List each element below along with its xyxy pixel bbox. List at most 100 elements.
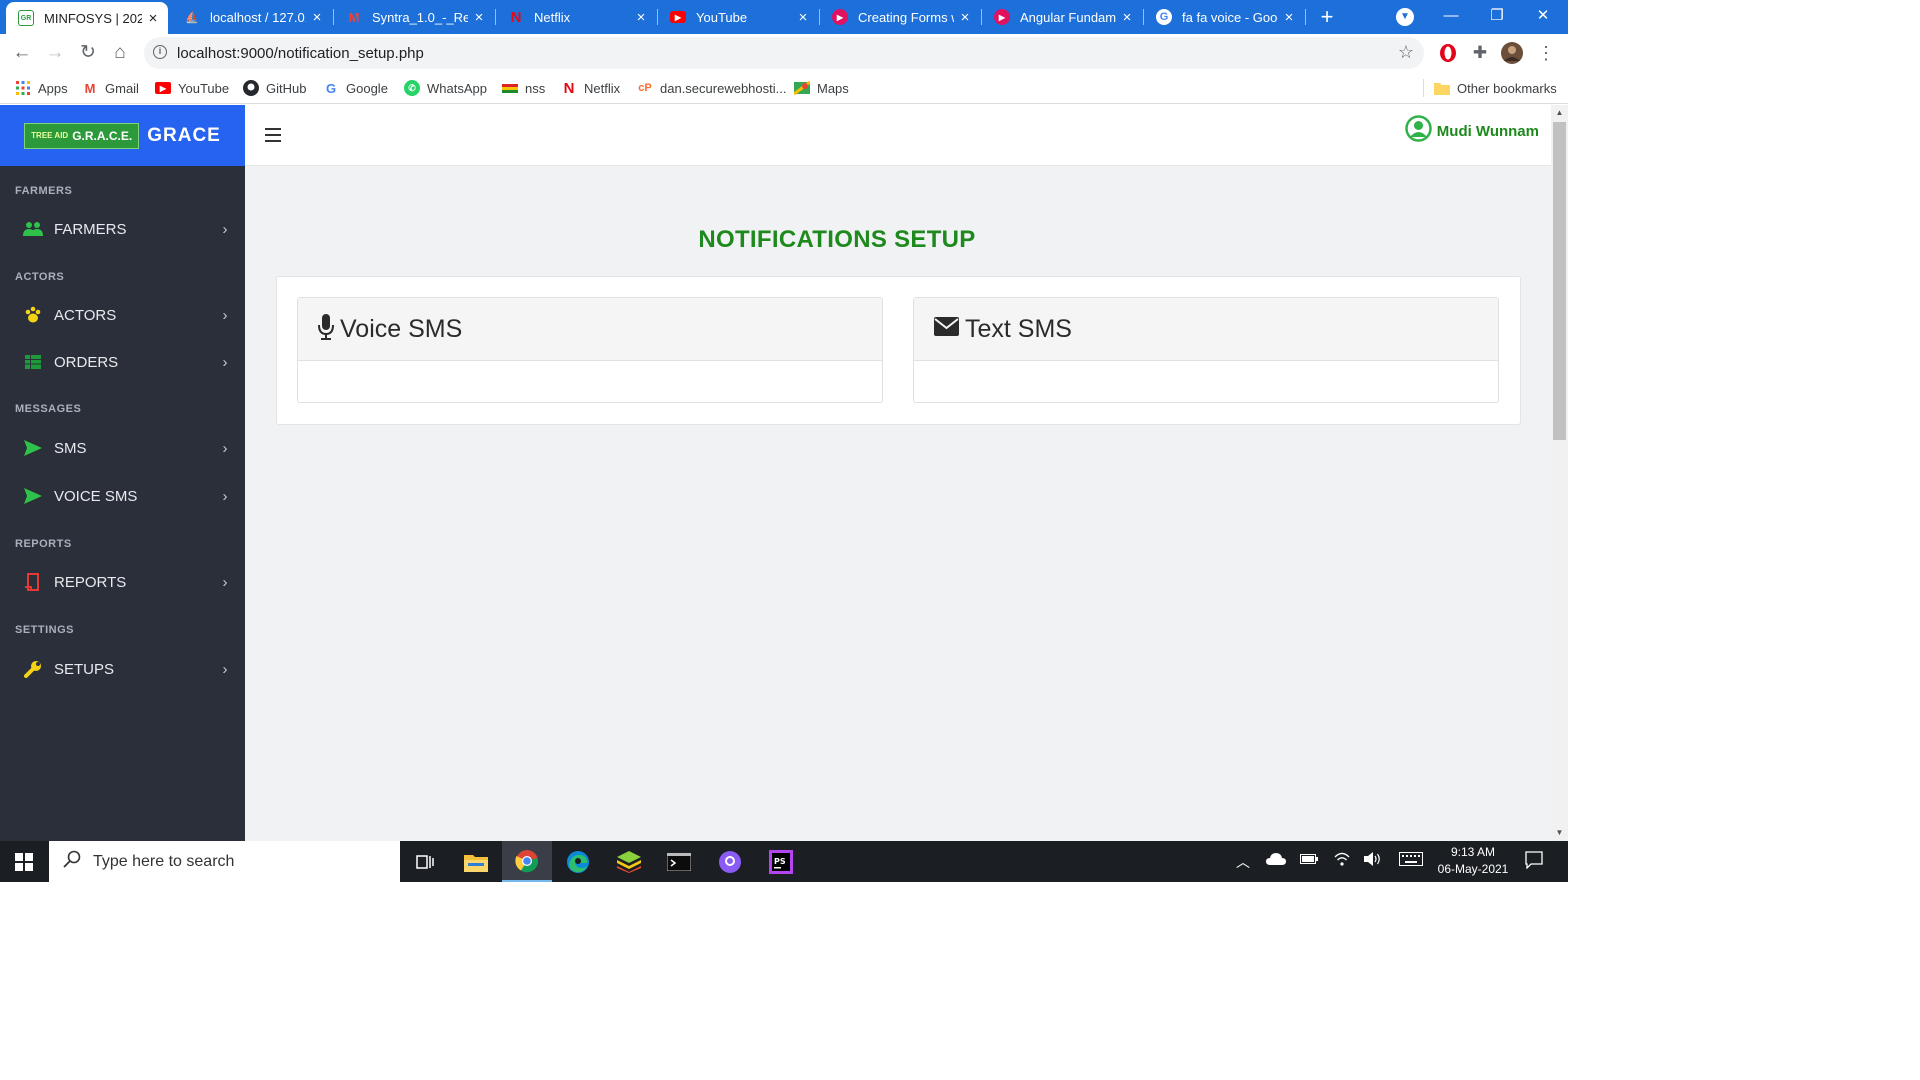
bookmark-star-icon[interactable]: ☆ xyxy=(1398,42,1414,63)
grace-logo: TREE AID G.R.A.C.E. xyxy=(24,122,140,149)
system-clock[interactable]: 9:13 AM 06-May-2021 xyxy=(1430,844,1516,878)
reload-icon[interactable]: ↻ xyxy=(74,39,102,67)
battery-icon[interactable] xyxy=(1300,852,1318,868)
sidebar-item-label: SMS xyxy=(54,439,87,457)
maps-icon xyxy=(794,80,810,96)
browser-tab-google[interactable]: G fa fa voice - Goog × xyxy=(1144,0,1304,34)
windows-taskbar: Type here to search PS ︿ 9:13 AM 06-May-… xyxy=(0,841,1568,882)
taskbar-search-input[interactable]: Type here to search xyxy=(49,841,400,882)
tab-title: MINFOSYS | 2021 xyxy=(44,10,142,26)
chrome-icon[interactable] xyxy=(502,841,552,882)
sidebar-section-reports: REPORTS xyxy=(15,538,72,550)
terminal-icon[interactable] xyxy=(654,841,704,882)
scroll-up-arrow-icon[interactable]: ▲ xyxy=(1551,105,1568,121)
bookmark-cpanel[interactable]: cP dan.securewebhosti... xyxy=(637,78,786,98)
close-tab-icon[interactable]: × xyxy=(468,9,490,26)
user-menu[interactable]: Mudi Wunnam xyxy=(1405,115,1539,145)
browser-tab-youtube[interactable]: ▶ YouTube × xyxy=(658,0,818,34)
close-tab-icon[interactable]: × xyxy=(142,10,164,27)
pluralsight-icon: ▶ xyxy=(994,9,1010,25)
close-tab-icon[interactable]: × xyxy=(630,9,652,26)
sidebar-item-sms[interactable]: SMS › xyxy=(0,428,245,468)
brand-header[interactable]: TREE AID G.R.A.C.E. GRACE xyxy=(0,105,245,166)
bookmark-youtube[interactable]: ▶ YouTube xyxy=(155,78,229,98)
browser-tab-minfosys[interactable]: GR MINFOSYS | 2021 × xyxy=(6,2,168,34)
sidebar-item-farmers[interactable]: FARMERS › xyxy=(0,209,245,249)
page-scrollbar[interactable]: ▲ ▼ xyxy=(1551,105,1568,841)
close-tab-icon[interactable]: × xyxy=(1116,9,1138,26)
whatsapp-icon: ✆ xyxy=(404,80,420,96)
phpstorm-icon[interactable]: PS xyxy=(756,841,806,882)
hamburger-menu-icon[interactable] xyxy=(265,128,281,142)
action-center-notification-icon[interactable] xyxy=(1525,851,1543,872)
bookmark-maps[interactable]: Maps xyxy=(794,78,849,98)
forward-arrow-icon[interactable]: → xyxy=(41,39,69,67)
close-tab-icon[interactable]: × xyxy=(954,9,976,26)
logo-text: G.R.A.C.E. xyxy=(72,128,133,143)
bookmark-gmail[interactable]: M Gmail xyxy=(82,78,139,98)
scroll-down-arrow-icon[interactable]: ▼ xyxy=(1551,825,1568,841)
bookmark-google[interactable]: G Google xyxy=(323,78,388,98)
tab-title: fa fa voice - Goog xyxy=(1182,9,1278,25)
profile-avatar[interactable] xyxy=(1501,42,1523,64)
svg-text:PS: PS xyxy=(774,857,786,866)
logo-badge: TREE AID xyxy=(31,130,69,140)
scrollbar-thumb[interactable] xyxy=(1553,122,1566,440)
wifi-icon[interactable] xyxy=(1334,852,1350,869)
volume-icon[interactable] xyxy=(1364,852,1382,869)
sidebar-item-voice-sms[interactable]: VOICE SMS › xyxy=(0,476,245,516)
bookmark-whatsapp[interactable]: ✆ WhatsApp xyxy=(404,78,487,98)
edge-icon[interactable] xyxy=(553,841,603,882)
file-explorer-icon[interactable] xyxy=(451,841,501,882)
browser-tab-localhost[interactable]: ⛵ localhost / 127.0.0 × xyxy=(172,0,332,34)
tab-search-icon[interactable]: ▼ xyxy=(1396,8,1414,26)
search-placeholder: Type here to search xyxy=(93,852,235,870)
close-tab-icon[interactable]: × xyxy=(792,9,814,26)
minimize-window-icon[interactable]: — xyxy=(1428,2,1474,30)
bookmark-apps[interactable]: Apps xyxy=(15,78,68,98)
opera-extension-icon[interactable] xyxy=(1437,42,1459,64)
bookmark-netflix[interactable]: N Netflix xyxy=(561,78,621,98)
close-tab-icon[interactable]: × xyxy=(306,9,328,26)
browser-tab-gmail[interactable]: M Syntra_1.0_-_Resp × xyxy=(334,0,494,34)
bookmark-nss[interactable]: nss xyxy=(502,78,545,98)
sidebar-section-messages: MESSAGES xyxy=(15,403,82,415)
google-icon: G xyxy=(325,80,337,96)
browser-tab-creating-forms[interactable]: ▶ Creating Forms w × xyxy=(820,0,980,34)
extensions-puzzle-icon[interactable]: ✚ xyxy=(1469,42,1491,64)
restore-window-icon[interactable]: ❐ xyxy=(1474,2,1520,30)
sidebar-item-setups[interactable]: SETUPS › xyxy=(0,649,245,689)
sidebar-item-reports[interactable]: REPORTS › xyxy=(0,562,245,602)
bookmark-label: Apps xyxy=(38,80,68,96)
bookmark-other-bookmarks[interactable]: Other bookmarks xyxy=(1434,78,1557,98)
windows-start-icon[interactable] xyxy=(0,841,48,882)
bookmark-github[interactable]: GitHub xyxy=(243,78,306,98)
bookmark-label: Google xyxy=(346,80,388,96)
sidebar-item-actors[interactable]: ACTORS › xyxy=(0,295,245,335)
new-tab-button[interactable]: + xyxy=(1315,4,1339,30)
task-view-icon[interactable] xyxy=(400,841,450,882)
close-tab-icon[interactable]: × xyxy=(1278,9,1300,26)
tray-expand-chevron-icon[interactable]: ︿ xyxy=(1236,852,1250,872)
site-info-icon[interactable]: i xyxy=(153,45,167,59)
chevron-right-icon: › xyxy=(222,439,228,457)
back-arrow-icon[interactable]: ← xyxy=(8,39,36,67)
bluestacks-icon[interactable] xyxy=(604,841,654,882)
users-icon xyxy=(22,218,44,240)
chevron-right-icon: › xyxy=(222,306,228,324)
github-desktop-icon[interactable] xyxy=(705,841,755,882)
chevron-right-icon: › xyxy=(222,220,228,238)
keyboard-icon[interactable] xyxy=(1399,852,1423,869)
close-window-icon[interactable]: ✕ xyxy=(1520,2,1566,30)
sidebar-item-orders[interactable]: ORDERS › xyxy=(0,342,245,382)
url-text[interactable]: localhost:9000/notification_setup.php xyxy=(177,45,424,62)
card-title: Voice SMS xyxy=(340,314,463,343)
browser-tab-angular[interactable]: ▶ Angular Fundame × xyxy=(982,0,1142,34)
home-icon[interactable]: ⌂ xyxy=(106,39,134,67)
browser-tab-netflix[interactable]: N Netflix × xyxy=(496,0,656,34)
card-header: Voice SMS xyxy=(298,298,882,361)
address-bar[interactable]: i localhost:9000/notification_setup.php … xyxy=(144,37,1424,69)
browser-menu-icon[interactable]: ⋮ xyxy=(1535,42,1557,64)
onedrive-cloud-icon[interactable] xyxy=(1266,852,1286,868)
bookmark-label: WhatsApp xyxy=(427,80,487,96)
